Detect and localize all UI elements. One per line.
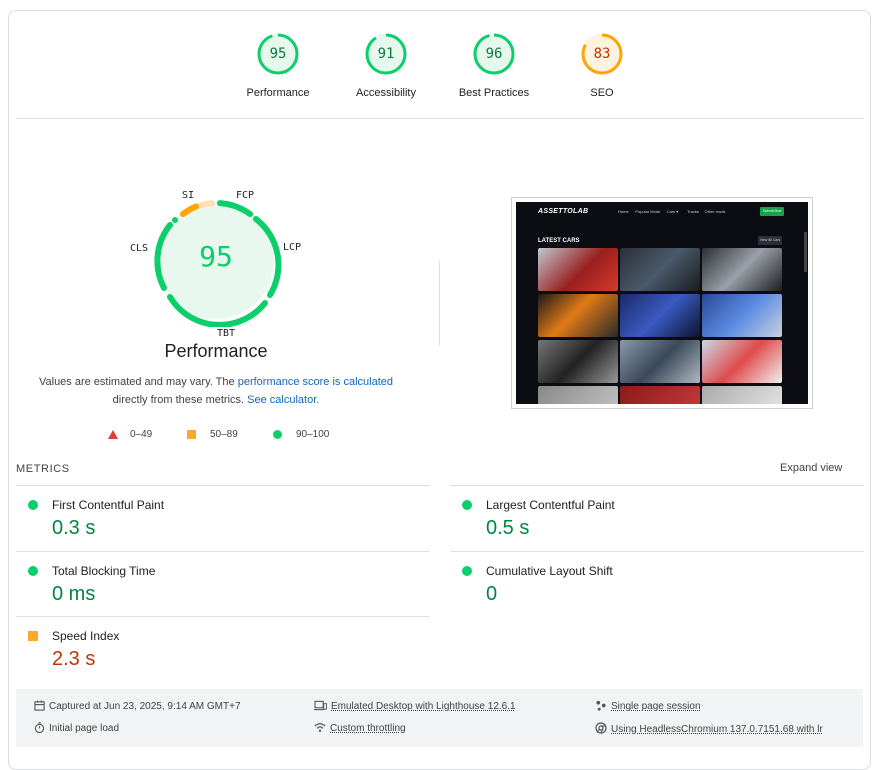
desc-text-2: directly from these metrics. xyxy=(112,394,248,406)
metric-name: Total Blocking Time xyxy=(52,564,156,578)
performance-title: Performance xyxy=(164,341,268,361)
car-thumb xyxy=(620,340,700,383)
gauge-label-fcp: FCP xyxy=(236,190,255,201)
desc-text: Values are estimated and may vary. The xyxy=(38,376,238,388)
calendar-icon xyxy=(34,700,45,711)
nav-popular: Popular Mods xyxy=(635,209,661,214)
pass-circle-icon xyxy=(462,566,472,576)
screenshot-page: ASSETTOLAB Home Popular Mods Cars ▾ Trac… xyxy=(516,202,808,404)
session-text: Single page session xyxy=(611,701,701,712)
site-nav: Home Popular Mods Cars ▾ Tracks Other mo… xyxy=(618,209,725,214)
metric-value: 0 ms xyxy=(52,583,96,605)
submit-mod-button: Submit Mod xyxy=(760,207,784,216)
car-thumb xyxy=(620,248,700,291)
browser-item[interactable]: Using HeadlessChromium 137.0.7151.68 wit… xyxy=(595,722,823,735)
legend-pass-label: 90–100 xyxy=(296,429,330,440)
score-seo: 83 xyxy=(593,46,611,62)
captured-item: Captured at Jun 23, 2025, 9:14 AM GMT+7 xyxy=(34,700,241,712)
metric-name: First Contentful Paint xyxy=(52,498,165,512)
gauge-label-si: SI xyxy=(182,190,195,201)
score-performance: 95 xyxy=(269,46,287,62)
desktop-icon xyxy=(314,700,327,711)
car-thumb xyxy=(620,294,700,337)
label-performance: Performance xyxy=(246,87,310,99)
nav-home: Home xyxy=(618,209,629,214)
label-seo: SEO xyxy=(590,87,614,99)
gauge-best-practices[interactable]: 96 Best Practices xyxy=(439,33,549,99)
metric-value: 0.3 s xyxy=(52,517,96,539)
performance-score: 95 xyxy=(199,240,233,273)
session-icon xyxy=(596,700,606,711)
car-thumb xyxy=(538,294,618,337)
timer-icon xyxy=(34,722,45,734)
metric-name: Speed Index xyxy=(52,629,120,643)
divider-vertical xyxy=(439,260,440,346)
wifi-icon xyxy=(314,723,326,732)
metric-name: Largest Contentful Paint xyxy=(486,498,615,512)
car-thumb xyxy=(538,340,618,383)
metric-value: 0.5 s xyxy=(486,517,530,539)
car-thumb xyxy=(620,386,700,404)
gauge-label-tbt: TBT xyxy=(217,328,236,339)
final-screenshot[interactable]: ASSETTOLAB Home Popular Mods Cars ▾ Trac… xyxy=(511,197,813,409)
pass-circle-icon xyxy=(28,566,38,576)
legend-average-label: 50–89 xyxy=(210,429,238,440)
scrollbar xyxy=(804,232,807,272)
divider xyxy=(16,118,864,119)
browser-text: Using HeadlessChromium 137.0.7151.68 wit… xyxy=(611,724,823,735)
gauge-performance[interactable]: 95 Performance xyxy=(223,33,333,99)
performance-description: Values are estimated and may vary. The p… xyxy=(30,373,402,409)
label-accessibility: Accessibility xyxy=(356,87,416,99)
throttling-text: Custom throttling xyxy=(330,723,406,734)
car-thumb xyxy=(702,386,782,404)
metric-cls: Cumulative Layout Shift 0 xyxy=(450,551,864,616)
see-calculator-link[interactable]: See calculator. xyxy=(247,394,319,406)
score-calculated-link[interactable]: performance score is calculated xyxy=(238,376,393,388)
runtime-settings: Captured at Jun 23, 2025, 9:14 AM GMT+7 … xyxy=(16,689,863,747)
chrome-icon xyxy=(595,722,607,734)
view-all-button: View All Cars xyxy=(758,236,782,245)
average-square-icon xyxy=(28,631,38,641)
nav-other: Other mods xyxy=(704,209,726,214)
emulated-text: Emulated Desktop with Lighthouse 12.6.1 xyxy=(331,701,516,712)
square-icon xyxy=(187,430,196,439)
car-thumb xyxy=(538,386,618,404)
car-thumb xyxy=(702,248,782,291)
car-thumb xyxy=(538,248,618,291)
captured-text: Captured at Jun 23, 2025, 9:14 AM GMT+7 xyxy=(49,701,241,712)
nav-cars: Cars ▾ xyxy=(666,209,679,214)
gauge-accessibility[interactable]: 91 Accessibility xyxy=(331,33,441,99)
expand-view-button[interactable]: Expand view xyxy=(780,462,842,474)
metric-value: 2.3 s xyxy=(52,648,96,670)
metric-value: 0 xyxy=(486,583,498,605)
session-item[interactable]: Single page session xyxy=(595,700,701,712)
latest-cars-heading: LATEST CARS xyxy=(538,238,580,244)
throttling-item[interactable]: Custom throttling xyxy=(314,722,406,734)
gauge-label-lcp: LCP xyxy=(283,242,302,253)
metric-fcp: First Contentful Paint 0.3 s xyxy=(16,485,430,550)
circle-icon xyxy=(273,430,282,439)
pass-circle-icon xyxy=(462,500,472,510)
score-accessibility: 91 xyxy=(377,46,395,62)
label-best-practices: Best Practices xyxy=(458,87,530,99)
triangle-icon xyxy=(108,430,118,439)
load-text: Initial page load xyxy=(49,723,120,734)
metric-lcp: Largest Contentful Paint 0.5 s xyxy=(450,485,864,550)
metrics-title: METRICS xyxy=(16,463,70,475)
gauge-seo[interactable]: 83 SEO xyxy=(547,33,657,99)
legend-fail-label: 0–49 xyxy=(130,429,153,440)
gauge-label-cls: CLS xyxy=(130,243,149,254)
car-thumb xyxy=(702,294,782,337)
metric-tbt: Total Blocking Time 0 ms xyxy=(16,551,430,616)
score-best-practices: 96 xyxy=(485,46,503,62)
car-thumb xyxy=(702,340,782,383)
emulated-item[interactable]: Emulated Desktop with Lighthouse 12.6.1 xyxy=(314,700,516,712)
site-logo: ASSETTOLAB xyxy=(538,208,589,215)
load-item: Initial page load xyxy=(34,722,119,734)
nav-tracks: Tracks xyxy=(687,209,699,214)
metric-name: Cumulative Layout Shift xyxy=(486,564,613,578)
pass-circle-icon xyxy=(28,500,38,510)
metric-si: Speed Index 2.3 s xyxy=(16,616,430,681)
